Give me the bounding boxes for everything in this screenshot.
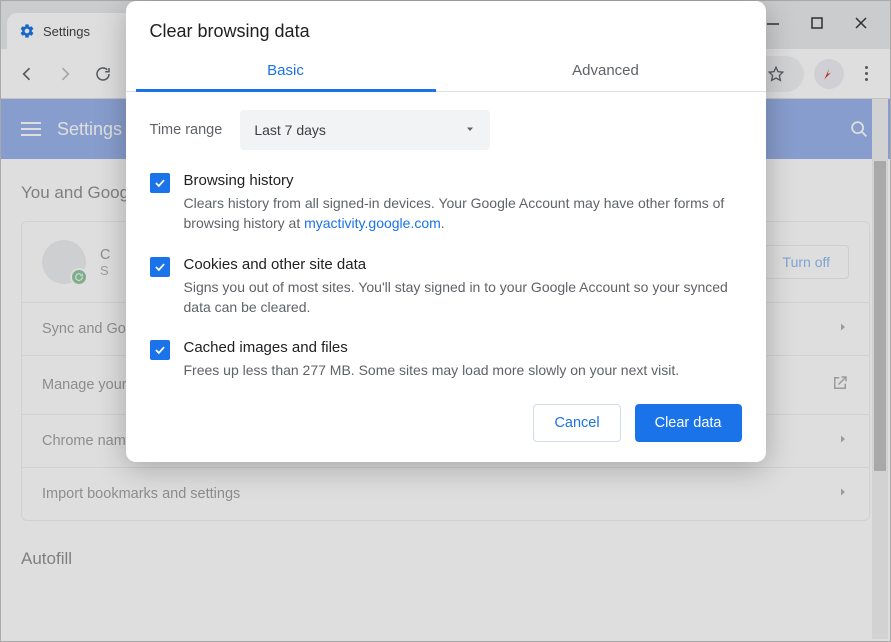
option-title: Cookies and other site data xyxy=(184,256,742,273)
time-range-select[interactable]: Last 7 days xyxy=(240,110,490,150)
time-range-value: Last 7 days xyxy=(254,122,326,138)
checkbox-browsing-history[interactable] xyxy=(150,173,170,193)
dialog-title: Clear browsing data xyxy=(126,1,766,48)
option-cookies: Cookies and other site data Signs you ou… xyxy=(150,256,742,318)
option-browsing-history: Browsing history Clears history from all… xyxy=(150,172,742,234)
myactivity-link[interactable]: myactivity.google.com xyxy=(304,215,441,231)
dialog-actions: Cancel Clear data xyxy=(126,384,766,462)
checkbox-cookies[interactable] xyxy=(150,257,170,277)
checkbox-cache[interactable] xyxy=(150,340,170,360)
dialog-body: Time range Last 7 days Browsing history xyxy=(126,92,766,384)
chevron-down-icon xyxy=(464,122,476,138)
option-title: Cached images and files xyxy=(184,339,742,356)
time-range-row: Time range Last 7 days xyxy=(150,110,742,150)
clear-browsing-data-dialog: Clear browsing data Basic Advanced Time … xyxy=(126,1,766,462)
cancel-button[interactable]: Cancel xyxy=(533,404,620,442)
option-desc: Frees up less than 277 MB. Some sites ma… xyxy=(184,360,742,380)
checkbox-list: Browsing history Clears history from all… xyxy=(150,172,742,380)
tab-advanced[interactable]: Advanced xyxy=(446,48,766,91)
tab-basic[interactable]: Basic xyxy=(126,48,446,91)
option-title: Browsing history xyxy=(184,172,742,189)
dialog-tabs: Basic Advanced xyxy=(126,48,766,92)
time-range-label: Time range xyxy=(150,122,223,138)
option-cache: Cached images and files Frees up less th… xyxy=(150,339,742,380)
option-desc: Clears history from all signed-in device… xyxy=(184,193,742,234)
clear-data-button[interactable]: Clear data xyxy=(635,404,742,442)
option-desc: Signs you out of most sites. You'll stay… xyxy=(184,277,742,318)
modal-overlay: Clear browsing data Basic Advanced Time … xyxy=(1,1,890,641)
